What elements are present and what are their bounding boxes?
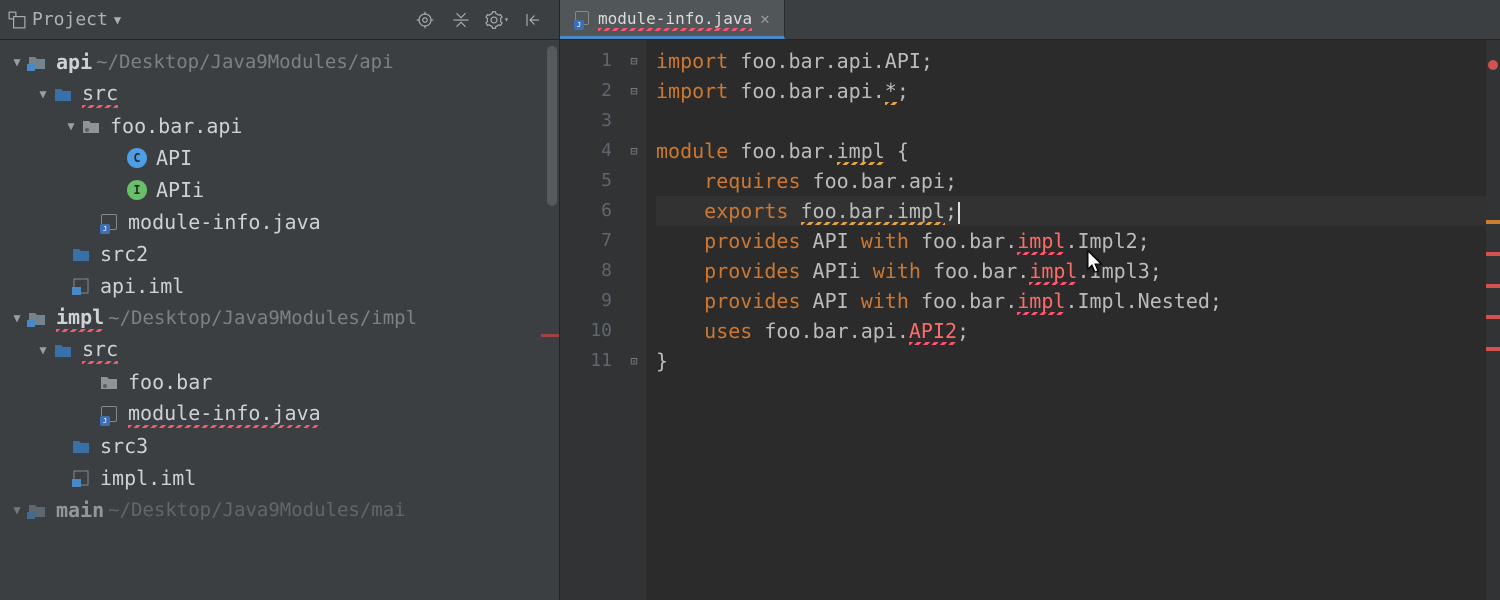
overall-error-indicator[interactable]	[1488, 60, 1498, 70]
tab-title: module-info.java	[598, 9, 752, 28]
interface-icon: I	[126, 179, 148, 201]
tab-module-info[interactable]: J module-info.java ✕	[560, 0, 785, 39]
code-line[interactable]: requires foo.bar.api;	[656, 166, 1500, 196]
close-tab-icon[interactable]: ✕	[760, 9, 770, 28]
code-line[interactable]: provides API with foo.bar.impl.Impl.Nest…	[656, 286, 1500, 316]
top-toolbar: Project ▼ ▾ J module-info.java ✕	[0, 0, 1500, 40]
fold-gutter[interactable]	[622, 40, 646, 600]
tree-file-impl-iml[interactable]: impl.iml	[0, 462, 559, 494]
fold-indicator[interactable]	[622, 346, 646, 376]
fold-indicator[interactable]	[622, 166, 646, 196]
line-number: 1	[560, 46, 612, 76]
module-icon	[26, 499, 48, 521]
iml-file-icon	[70, 467, 92, 489]
source-folder-icon	[70, 435, 92, 457]
project-tree: api ~/Desktop/Java9Modules/api src foo.b…	[0, 40, 560, 600]
main-area: api ~/Desktop/Java9Modules/api src foo.b…	[0, 40, 1500, 600]
fold-indicator[interactable]	[622, 136, 646, 166]
fold-indicator[interactable]	[622, 106, 646, 136]
line-number: 10	[560, 316, 612, 346]
stripe-mark[interactable]	[1486, 315, 1500, 319]
code-line[interactable]: }	[656, 346, 1500, 376]
fold-indicator[interactable]	[622, 256, 646, 286]
source-folder-icon	[52, 83, 74, 105]
fold-indicator[interactable]	[622, 46, 646, 76]
line-number: 6	[560, 196, 612, 226]
collapse-all-icon[interactable]	[445, 4, 477, 36]
tree-file-module-info-api[interactable]: J module-info.java	[0, 206, 559, 238]
line-number: 9	[560, 286, 612, 316]
project-view-icon	[8, 11, 26, 29]
tree-interface-apii[interactable]: I APIi	[0, 174, 559, 206]
java-file-icon: J	[574, 10, 590, 26]
fold-indicator[interactable]	[622, 286, 646, 316]
fold-indicator[interactable]	[622, 316, 646, 346]
tree-file-module-info-impl[interactable]: J module-info.java	[0, 398, 559, 430]
code-line[interactable]: uses foo.bar.api.API2;	[656, 316, 1500, 346]
java-file-icon: J	[98, 403, 120, 425]
line-number: 5	[560, 166, 612, 196]
project-view-dropdown-icon[interactable]: ▼	[114, 13, 121, 27]
line-number-gutter: 1234567891011	[560, 40, 622, 600]
sidebar-scrollbar[interactable]	[545, 40, 559, 600]
tree-module-impl[interactable]: impl ~/Desktop/Java9Modules/impl	[0, 302, 559, 334]
line-number: 2	[560, 76, 612, 106]
stripe-mark[interactable]	[1486, 220, 1500, 224]
tree-folder-src3[interactable]: src3	[0, 430, 559, 462]
code-line[interactable]	[656, 106, 1500, 136]
code-line[interactable]: exports foo.bar.impl;	[656, 196, 1500, 226]
hide-icon[interactable]	[517, 4, 549, 36]
line-number: 11	[560, 346, 612, 376]
tree-folder-src[interactable]: src	[0, 78, 559, 110]
editor-tabs: J module-info.java ✕	[560, 0, 1500, 39]
package-icon	[80, 115, 102, 137]
gear-icon[interactable]: ▾	[481, 4, 513, 36]
line-number: 3	[560, 106, 612, 136]
fold-indicator[interactable]	[622, 196, 646, 226]
code-line[interactable]: provides APIi with foo.bar.impl.Impl3;	[656, 256, 1500, 286]
code-editor[interactable]: 1234567891011 import foo.bar.api.API;imp…	[560, 40, 1500, 600]
error-mark	[541, 334, 560, 337]
line-number: 7	[560, 226, 612, 256]
java-file-icon: J	[98, 211, 120, 233]
code-area[interactable]: import foo.bar.api.API;import foo.bar.ap…	[646, 40, 1500, 600]
line-number: 8	[560, 256, 612, 286]
source-folder-icon	[70, 243, 92, 265]
code-line[interactable]: import foo.bar.api.*;	[656, 76, 1500, 106]
tree-folder-src-impl[interactable]: src	[0, 334, 559, 366]
package-icon	[98, 371, 120, 393]
iml-file-icon	[70, 275, 92, 297]
fold-indicator[interactable]	[622, 226, 646, 256]
target-icon[interactable]	[409, 4, 441, 36]
error-stripe[interactable]	[1486, 40, 1500, 600]
code-line[interactable]: module foo.bar.impl {	[656, 136, 1500, 166]
class-icon: C	[126, 147, 148, 169]
stripe-mark[interactable]	[1486, 347, 1500, 351]
stripe-mark[interactable]	[1486, 284, 1500, 288]
project-label[interactable]: Project	[32, 9, 108, 30]
module-icon	[26, 51, 48, 73]
tree-module-main[interactable]: main ~/Desktop/Java9Modules/mai	[0, 494, 559, 526]
scrollbar-thumb[interactable]	[547, 46, 557, 206]
tree-module-api[interactable]: api ~/Desktop/Java9Modules/api	[0, 46, 559, 78]
tree-file-api-iml[interactable]: api.iml	[0, 270, 559, 302]
fold-indicator[interactable]	[622, 76, 646, 106]
tree-class-api[interactable]: C API	[0, 142, 559, 174]
code-line[interactable]: import foo.bar.api.API;	[656, 46, 1500, 76]
line-number: 4	[560, 136, 612, 166]
module-icon	[26, 307, 48, 329]
tree-package-foo-bar-api[interactable]: foo.bar.api	[0, 110, 559, 142]
stripe-mark[interactable]	[1486, 252, 1500, 256]
mouse-cursor-icon	[1086, 250, 1104, 274]
code-line[interactable]: provides API with foo.bar.impl.Impl2;	[656, 226, 1500, 256]
source-folder-icon	[52, 339, 74, 361]
tree-package-foo-bar[interactable]: foo.bar	[0, 366, 559, 398]
tree-folder-src2[interactable]: src2	[0, 238, 559, 270]
project-toolwindow-header: Project ▼ ▾	[0, 0, 560, 39]
